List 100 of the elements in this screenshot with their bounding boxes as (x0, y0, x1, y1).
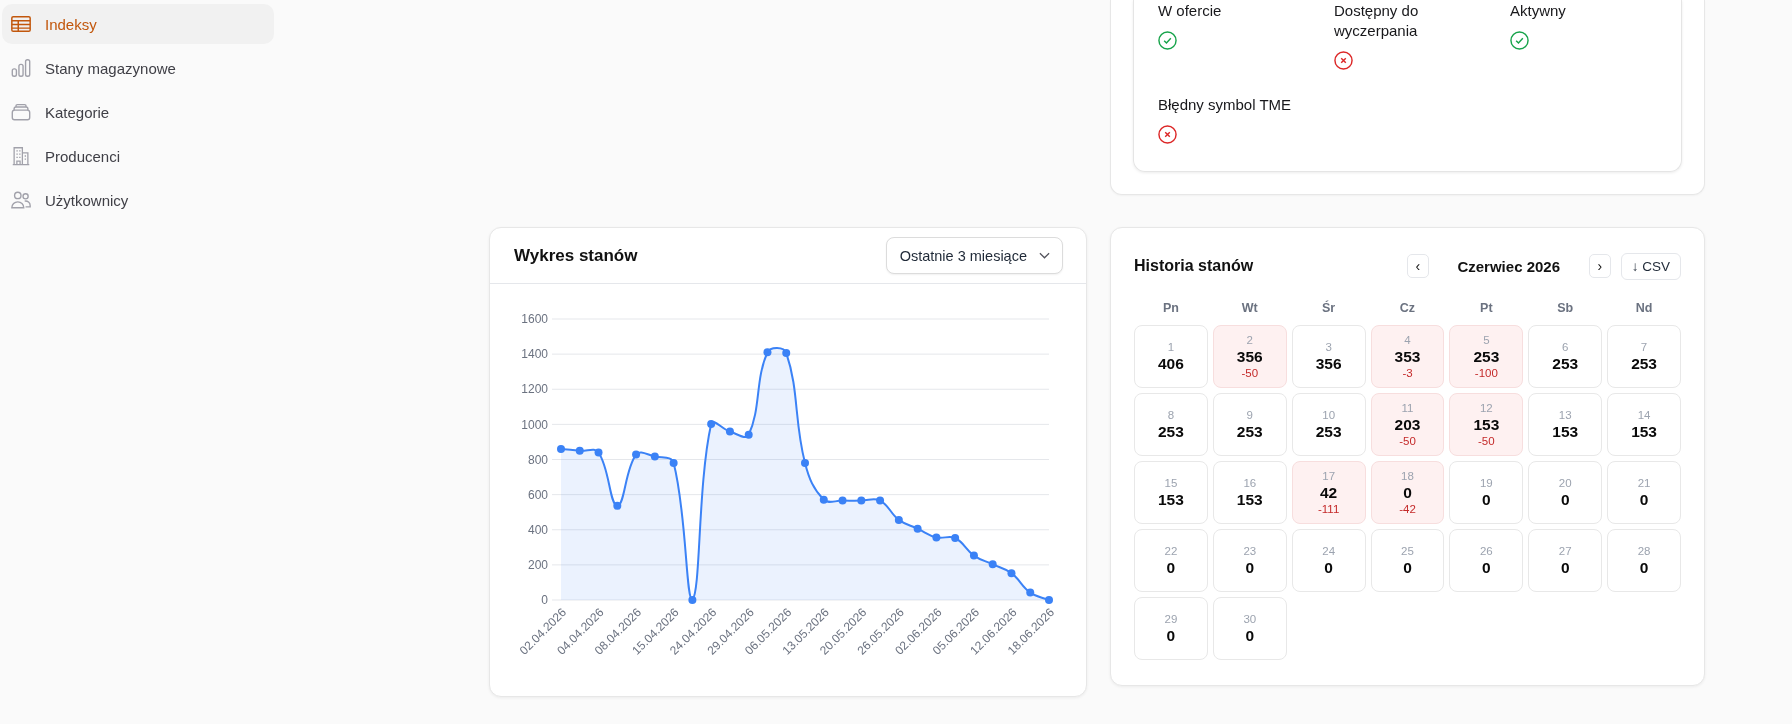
status-label: Aktywny (1510, 1, 1566, 21)
data-point (801, 459, 809, 467)
stock-value: 253 (1158, 422, 1184, 441)
data-point (1007, 569, 1016, 578)
card-title: Wykres stanów (514, 245, 638, 266)
stock-value: 0 (1639, 558, 1649, 577)
y-axis-label: 1400 (521, 347, 548, 362)
weekday-label: Cz (1398, 300, 1417, 316)
day-number: 20 (1558, 476, 1572, 490)
weekday-label: Pn (1161, 300, 1180, 316)
y-axis-label: 800 (527, 452, 548, 467)
stock-value: 153 (1552, 422, 1579, 441)
stock-value: 42 (1320, 483, 1338, 502)
day-number: 3 (1325, 340, 1332, 354)
status-label: Błędny symbol TME (1158, 95, 1292, 115)
data-point (707, 420, 716, 428)
stock-value: 353 (1394, 347, 1421, 366)
data-point (932, 533, 941, 542)
weekday-label: Nd (1634, 300, 1654, 316)
stock-change: -50 (1478, 434, 1495, 448)
stock-value: 406 (1158, 354, 1184, 373)
stock-value: 0 (1166, 558, 1176, 577)
chevron-down-icon (1039, 250, 1050, 261)
stock-change: -100 (1474, 366, 1498, 380)
data-point (725, 427, 734, 436)
day-number: 24 (1322, 544, 1336, 558)
day-number: 25 (1401, 544, 1414, 558)
data-point (650, 452, 659, 461)
stack-icon (10, 101, 32, 123)
day-number: 14 (1637, 408, 1651, 422)
stock-value: 153 (1631, 422, 1657, 441)
data-point (951, 534, 960, 542)
stock-change: -50 (1241, 366, 1259, 380)
data-point (782, 348, 791, 357)
stock-value: 253 (1473, 347, 1500, 366)
weekday-label: Sb (1556, 300, 1575, 316)
sidebar-item[interactable]: Użytkownicy (2, 180, 274, 220)
sidebar-item[interactable]: Kategorie (2, 92, 274, 132)
day-number: 26 (1479, 544, 1493, 558)
stock-value: 153 (1236, 490, 1263, 509)
stock-value: 0 (1639, 490, 1649, 509)
day-number: 2 (1246, 333, 1253, 347)
day-number: 8 (1167, 408, 1175, 422)
data-point (838, 496, 847, 505)
stock-value: 0 (1482, 558, 1491, 577)
day-number: 18 (1401, 469, 1414, 483)
stock-value: 0 (1560, 558, 1570, 577)
stock-value: 253 (1236, 422, 1263, 441)
y-axis-label: 1200 (521, 382, 548, 397)
y-axis-label: 0 (541, 593, 548, 608)
stock-change: -3 (1402, 366, 1413, 380)
sidebar-item[interactable]: Producenci (2, 136, 274, 176)
day-number: 16 (1243, 476, 1257, 490)
previous-month-button[interactable]: ‹ (1406, 254, 1429, 278)
stock-value: 253 (1631, 354, 1657, 373)
day-number: 29 (1164, 612, 1178, 626)
data-point (557, 444, 565, 453)
data-point (876, 496, 885, 505)
sidebar-item[interactable]: Stany magazynowe (2, 48, 274, 88)
stock-value: 153 (1158, 490, 1184, 509)
data-point (894, 515, 903, 524)
data-point (1045, 596, 1053, 604)
data-point (594, 448, 603, 457)
stock-value: 356 (1315, 354, 1342, 373)
data-point (632, 450, 641, 459)
y-axis-label: 600 (527, 487, 548, 502)
csv-export-button[interactable]: ↓ CSV (1620, 252, 1681, 280)
stock-value: 0 (1403, 483, 1412, 502)
stock-value: 253 (1315, 422, 1342, 441)
stock-value: 203 (1394, 415, 1421, 434)
stock-value: 0 (1560, 490, 1570, 509)
table-icon (10, 13, 32, 35)
stock-value: 0 (1166, 626, 1176, 645)
day-number: 11 (1401, 401, 1414, 415)
day-number: 15 (1164, 476, 1178, 490)
status-label: Dostępny do wyczerpania (1334, 1, 1420, 41)
weekday-label: Pt (1479, 300, 1494, 316)
day-number: 17 (1322, 469, 1336, 483)
weekday-label: Wt (1240, 300, 1259, 316)
card-title: Historia stanów (1134, 257, 1254, 275)
stock-value: 0 (1324, 558, 1333, 577)
next-month-button[interactable]: › (1588, 254, 1611, 278)
day-number: 19 (1479, 476, 1493, 490)
day-number: 13 (1558, 408, 1572, 422)
stock-change: -111 (1317, 502, 1340, 516)
day-number: 22 (1164, 544, 1178, 558)
y-axis-label: 200 (527, 558, 548, 573)
period-dropdown[interactable]: Ostatnie 3 miesiące (885, 237, 1063, 274)
stock-value: 153 (1473, 415, 1500, 434)
day-number: 9 (1246, 408, 1253, 422)
y-axis-label: 1000 (521, 417, 548, 432)
y-axis-label: 400 (527, 522, 548, 537)
bar-chart-icon (10, 57, 32, 79)
stock-value: 0 (1245, 626, 1255, 645)
data-point (575, 446, 584, 455)
sidebar-item[interactable]: Indeksy (2, 4, 274, 44)
day-number: 12 (1479, 401, 1493, 415)
data-point (857, 496, 866, 505)
data-point (988, 560, 997, 569)
stock-change: -50 (1399, 434, 1416, 448)
